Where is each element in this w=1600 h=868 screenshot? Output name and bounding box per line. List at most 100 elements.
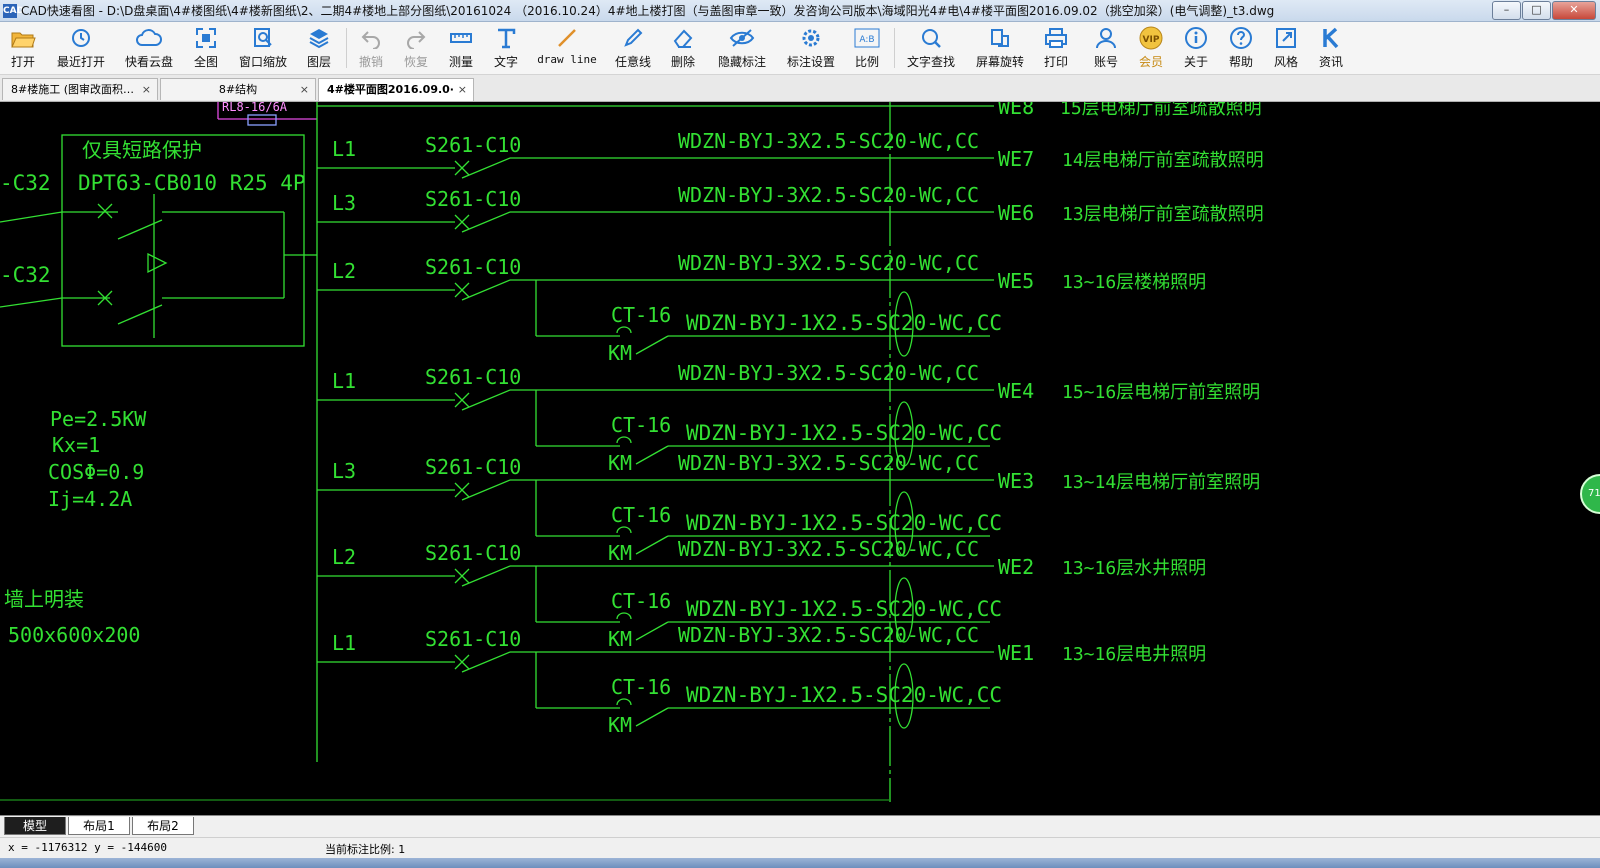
main-breaker-label: DPT63-CB010 R25 4P bbox=[78, 171, 306, 195]
circuit-description: 13层电梯厅前室疏散照明 bbox=[1062, 204, 1264, 225]
freeline-button[interactable]: 任意线 bbox=[612, 24, 654, 72]
folder-icon bbox=[11, 32, 36, 48]
circuit-rows: L1 S261-C10 WDZN-BYJ-3X2.5-SC20-WC,CC WE7 14… bbox=[317, 129, 1264, 737]
protection-title: 仅具短路保护 bbox=[82, 138, 202, 162]
km-label: KM bbox=[608, 341, 632, 365]
undo-button[interactable]: 撤销 bbox=[356, 24, 386, 72]
km-label: KM bbox=[608, 713, 632, 737]
contactor-symbol bbox=[616, 612, 632, 620]
breaker-symbol bbox=[454, 282, 470, 298]
contactor-symbol bbox=[616, 526, 632, 534]
cloud-button[interactable]: 快看云盘 bbox=[122, 24, 176, 72]
main-toolbar: 打开 最近打开 快看云盘 全图 窗口缩放 图层 撤销 恢复 测量 文字 draw… bbox=[0, 22, 1600, 75]
status-bar: x = -1176312 y = -144600 当前标注比例: 1 bbox=[0, 837, 1600, 859]
circuit-code: WE7 bbox=[998, 147, 1034, 171]
phase-label: L1 bbox=[332, 137, 356, 161]
recent-button[interactable]: 最近打开 bbox=[54, 24, 108, 72]
maximize-button[interactable]: □ bbox=[1522, 1, 1551, 20]
tab-model[interactable]: 模型 bbox=[4, 817, 66, 835]
pen-icon bbox=[624, 28, 643, 47]
breaker-label: S261-C10 bbox=[425, 133, 521, 157]
circuit-code: WE6 bbox=[998, 201, 1034, 225]
cad-drawing: L1 S261-C10 WDZN-BYJ-3X2.5-SC20-WC,CC WE7 14… bbox=[0, 102, 1264, 802]
close-tab-icon[interactable]: × bbox=[458, 79, 467, 101]
circuit-description: 15~16层电梯厅前室照明 bbox=[1062, 382, 1260, 403]
cable-label: WDZN-BYJ-3X2.5-SC20-WC,CC bbox=[678, 623, 979, 647]
ratio-icon: A:B bbox=[854, 28, 880, 48]
phase-label: L2 bbox=[332, 545, 356, 569]
km-label: KM bbox=[608, 541, 632, 565]
sub-cable-label: WDZN-BYJ-1X2.5-SC20-WC,CC bbox=[686, 683, 1002, 707]
drawing-canvas[interactable]: L1 S261-C10 WDZN-BYJ-3X2.5-SC20-WC,CC WE7 14… bbox=[0, 102, 1600, 815]
open-button[interactable]: 打开 bbox=[8, 24, 38, 72]
redo-icon bbox=[407, 31, 426, 49]
print-button[interactable]: 打印 bbox=[1041, 24, 1071, 72]
breaker-symbol bbox=[454, 160, 470, 176]
ct-label: CT-16 bbox=[611, 303, 671, 327]
circuit-code: WE2 bbox=[998, 555, 1034, 579]
redo-button[interactable]: 恢复 bbox=[401, 24, 431, 72]
sub-cable-label: WDZN-BYJ-1X2.5-SC20-WC,CC bbox=[686, 511, 1002, 535]
style-button[interactable]: 风格 bbox=[1271, 24, 1301, 72]
text-icon bbox=[498, 28, 516, 49]
feeder-label-b: -C32 bbox=[0, 263, 51, 287]
fullview-button[interactable]: 全图 bbox=[191, 24, 221, 72]
circuit-description: 13~16层电井照明 bbox=[1062, 644, 1206, 665]
title-bar: CAD CAD快速看图 - D:\D盘桌面\4#楼图纸\4#楼新图纸\2、二期4… bbox=[0, 0, 1600, 22]
layers-button[interactable]: 图层 bbox=[304, 24, 334, 72]
window-title: CAD快速看图 - D:\D盘桌面\4#楼图纸\4#楼新图纸\2、二期4#楼地上… bbox=[21, 4, 1275, 18]
window-zoom-button[interactable]: 窗口缩放 bbox=[236, 24, 290, 72]
vip-button[interactable]: VIP 会员 bbox=[1136, 24, 1166, 72]
svg-text:A:B: A:B bbox=[859, 35, 874, 45]
breaker-label: S261-C10 bbox=[425, 627, 521, 651]
minimize-button[interactable]: – bbox=[1492, 1, 1521, 20]
about-button[interactable]: 关于 bbox=[1181, 24, 1211, 72]
circuit-code: WE5 bbox=[998, 269, 1034, 293]
tab-doc-2[interactable]: 8#结构 × bbox=[160, 78, 316, 100]
cable-label: WDZN-BYJ-3X2.5-SC20-WC,CC bbox=[678, 537, 979, 561]
layers-icon bbox=[309, 29, 329, 49]
sub-cable-label: WDZN-BYJ-1X2.5-SC20-WC,CC bbox=[686, 597, 1002, 621]
fullscreen-icon bbox=[196, 28, 216, 48]
rotate-icon bbox=[991, 29, 1009, 47]
breaker-label: S261-C10 bbox=[425, 365, 521, 389]
text-search-button[interactable]: 文字查找 bbox=[904, 24, 958, 72]
top-panel-label: RL8-16/6A bbox=[222, 102, 288, 114]
history-icon bbox=[72, 29, 90, 47]
top-circuit-code: WE8 bbox=[998, 102, 1034, 119]
close-tab-icon[interactable]: × bbox=[142, 79, 151, 100]
circuit-code: WE1 bbox=[998, 641, 1034, 665]
circuit-description: 14层电梯厅前室疏散照明 bbox=[1062, 150, 1264, 171]
cloud-icon bbox=[136, 29, 162, 46]
account-button[interactable]: 账号 bbox=[1091, 24, 1121, 72]
k-logo-icon bbox=[1323, 27, 1339, 49]
tab-layout-2[interactable]: 布局2 bbox=[132, 817, 194, 835]
draw-line-button[interactable]: draw line bbox=[536, 24, 598, 72]
phase-label: L3 bbox=[332, 191, 356, 215]
close-button[interactable]: ✕ bbox=[1552, 1, 1596, 20]
annotation-settings-button[interactable]: 标注设置 bbox=[784, 24, 838, 72]
rotate-button[interactable]: 屏幕旋转 bbox=[973, 24, 1027, 72]
tab-layout-1[interactable]: 布局1 bbox=[68, 817, 130, 835]
param-ij: Ij=4.2A bbox=[48, 487, 132, 511]
breaker-label: S261-C10 bbox=[425, 455, 521, 479]
help-button[interactable]: 帮助 bbox=[1226, 24, 1256, 72]
circuit-description: 13~14层电梯厅前室照明 bbox=[1062, 472, 1260, 493]
circuit-code: WE3 bbox=[998, 469, 1034, 493]
phase-label: L3 bbox=[332, 459, 356, 483]
breaker-symbol bbox=[454, 568, 470, 584]
zoom-window-icon bbox=[254, 28, 272, 47]
help-icon bbox=[1230, 27, 1252, 49]
circuit-description: 13~16层水井照明 bbox=[1062, 558, 1206, 579]
cable-label: WDZN-BYJ-3X2.5-SC20-WC,CC bbox=[678, 183, 979, 207]
hide-annotation-button[interactable]: 隐藏标注 bbox=[716, 24, 768, 72]
delete-button[interactable]: 删除 bbox=[668, 24, 698, 72]
line-icon bbox=[558, 29, 576, 47]
measure-button[interactable]: 测量 bbox=[446, 24, 476, 72]
text-button[interactable]: 文字 bbox=[491, 24, 521, 72]
tab-doc-1[interactable]: 8#楼施工 (图审改面积… × bbox=[2, 78, 158, 100]
ratio-button[interactable]: A:B 比例 bbox=[852, 24, 882, 72]
news-button[interactable]: 资讯 bbox=[1316, 24, 1346, 72]
close-tab-icon[interactable]: × bbox=[300, 79, 309, 100]
tab-doc-3[interactable]: 4#楼平面图2016.09.0· × bbox=[318, 78, 474, 101]
